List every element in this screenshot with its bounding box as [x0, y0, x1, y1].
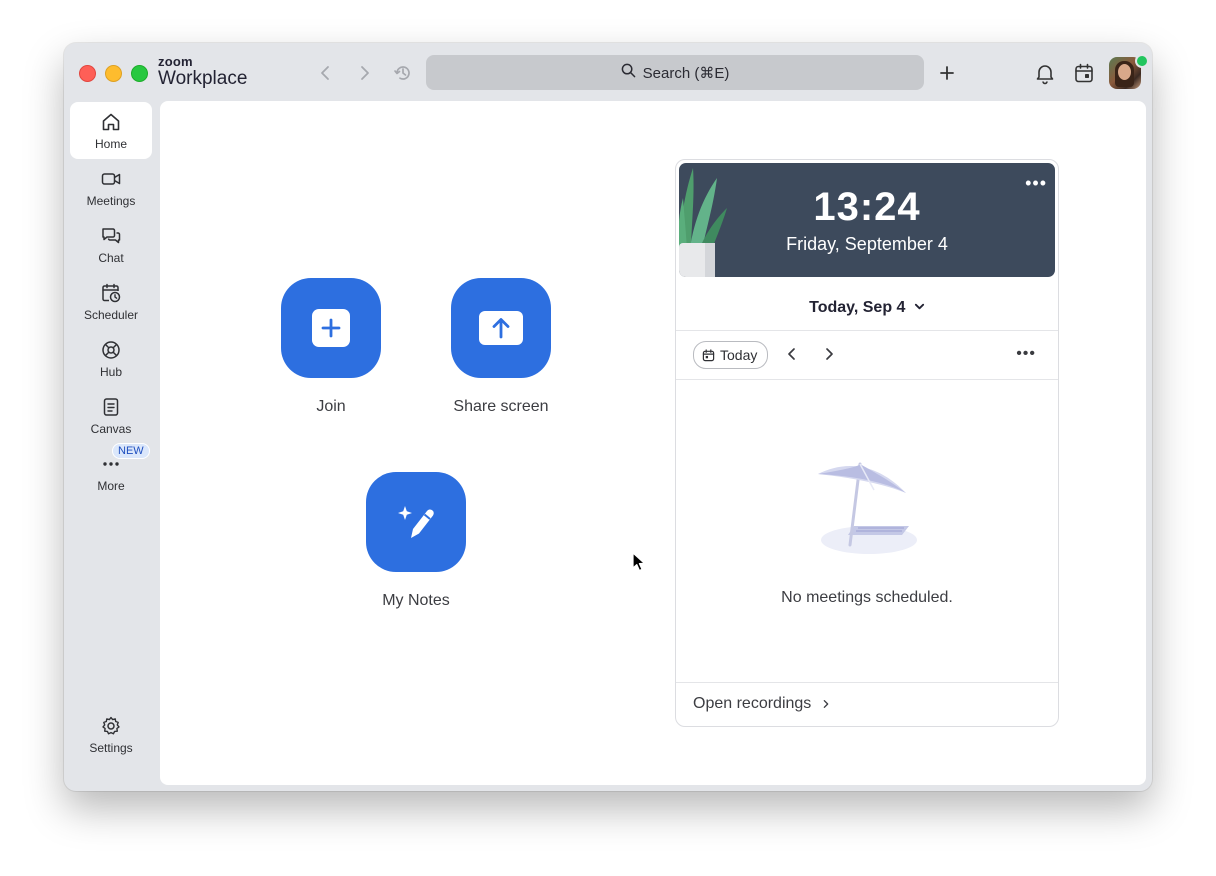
share-screen-label: Share screen [453, 398, 549, 415]
notes-pencil-sparkle-icon [398, 506, 434, 538]
sidebar-item-label: Canvas [90, 421, 132, 436]
app-logo: zoom Workplace [158, 55, 247, 88]
my-notes-button[interactable] [366, 472, 466, 572]
beach-umbrella-illustration [818, 462, 917, 554]
sidebar-item-chat[interactable]: Chat [70, 216, 152, 273]
share-screen-button[interactable] [451, 278, 551, 378]
next-day-button[interactable] [821, 346, 837, 362]
my-notes-action[interactable]: My Notes [366, 472, 466, 610]
sidebar-item-label: Hub [99, 364, 122, 379]
calendar-icon[interactable] [1072, 61, 1096, 85]
main-content: Join Share screen My Notes 13:24 Friday,… [160, 101, 1146, 785]
zoom-window-button[interactable] [131, 65, 148, 82]
chevron-right-icon [826, 348, 833, 360]
logo-zoom-text: zoom [158, 54, 193, 69]
current-time: 13:24 [813, 185, 921, 229]
video-camera-icon [101, 172, 121, 185]
history-icon[interactable] [393, 63, 413, 83]
clock-more-options-button[interactable]: ••• [1025, 173, 1047, 194]
calendar-clock-icon [102, 283, 121, 302]
calendar-more-options-button[interactable]: ••• [1016, 345, 1036, 363]
sidebar-item-label: Chat [98, 250, 124, 265]
plus-icon [312, 309, 350, 347]
app-window: zoom Workplace Search (⌘E) Home Meetings… [64, 43, 1152, 791]
mouse-pointer-icon [632, 552, 646, 572]
search-icon [621, 63, 636, 82]
join-action[interactable]: Join [281, 278, 381, 416]
calendar-small-icon [702, 348, 715, 361]
today-label: Today [720, 347, 758, 363]
chevron-left-icon [788, 348, 795, 360]
sidebar-item-hub[interactable]: Hub [70, 330, 152, 387]
close-window-button[interactable] [79, 65, 96, 82]
new-badge: NEW [112, 443, 150, 459]
my-notes-label: My Notes [382, 592, 450, 609]
current-date: Friday, September 4 [786, 234, 948, 254]
join-label: Join [316, 398, 346, 415]
sidebar-item-label: Scheduler [83, 307, 139, 322]
sidebar-item-label: Settings [89, 740, 133, 755]
forward-arrow-icon[interactable] [354, 63, 374, 83]
document-icon [103, 397, 119, 416]
logo-workplace-text: Workplace [158, 68, 248, 89]
calendar-card: 13:24 Friday, September 4 ••• Today, Sep… [675, 159, 1059, 727]
sidebar: Home Meetings Chat Scheduler Hub Canvas … [64, 101, 160, 791]
hub-icon [102, 340, 120, 359]
chat-bubbles-icon [102, 227, 121, 243]
divider [676, 682, 1058, 683]
sidebar-item-meetings[interactable]: Meetings [70, 159, 152, 216]
plus-icon[interactable] [935, 61, 959, 85]
divider [676, 379, 1058, 380]
today-button[interactable]: Today [693, 341, 769, 369]
sidebar-item-settings[interactable]: Settings [70, 706, 152, 763]
divider [676, 330, 1058, 331]
back-arrow-icon[interactable] [316, 63, 336, 83]
sidebar-item-label: More [97, 478, 125, 493]
sidebar-item-scheduler[interactable]: Scheduler [70, 273, 152, 330]
presence-status-indicator [1135, 54, 1149, 68]
previous-day-button[interactable] [784, 346, 800, 362]
sidebar-item-label: Home [94, 136, 127, 151]
clock-banner: 13:24 Friday, September 4 ••• [679, 163, 1055, 277]
sidebar-item-canvas[interactable]: Canvas [70, 387, 152, 444]
home-icon [102, 113, 120, 130]
join-button[interactable] [281, 278, 381, 378]
minimize-window-button[interactable] [105, 65, 122, 82]
gear-icon [102, 716, 120, 734]
chevron-right-icon [823, 700, 829, 708]
open-recordings-label: Open recordings [693, 695, 812, 712]
open-recordings-link[interactable]: Open recordings [693, 695, 831, 713]
share-screen-action[interactable]: Share screen [451, 278, 551, 416]
day-selector[interactable]: Today, Sep 4 [676, 286, 1058, 330]
sidebar-item-label: Meetings [86, 193, 136, 208]
sidebar-item-home[interactable]: Home [70, 102, 152, 159]
bell-icon[interactable] [1033, 61, 1057, 85]
share-arrow-icon [479, 311, 523, 345]
day-header-text: Today, Sep 4 [809, 299, 906, 316]
empty-meetings-message: No meetings scheduled. [781, 589, 953, 606]
chevron-down-icon [914, 303, 924, 310]
search-bar[interactable]: Search (⌘E) [426, 55, 924, 90]
search-placeholder: Search (⌘E) [642, 64, 730, 82]
